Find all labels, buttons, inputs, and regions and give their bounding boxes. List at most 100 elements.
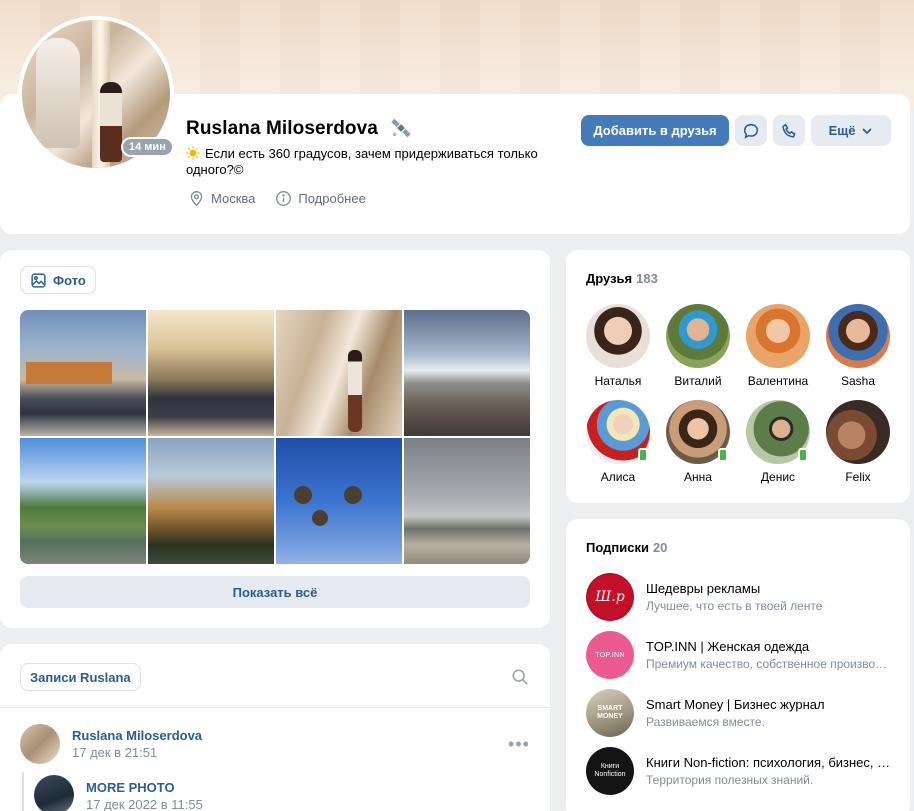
photos-tab[interactable]: Фото bbox=[20, 266, 96, 294]
post-options-icon[interactable]: ••• bbox=[508, 734, 530, 755]
photo-thumbnail[interactable] bbox=[148, 438, 274, 564]
community-name: Книги Non-fiction: психология, бизнес, с… bbox=[646, 755, 892, 770]
wall-posts-tab[interactable]: Записи Ruslana bbox=[20, 663, 141, 691]
profile-details-link[interactable]: Подробнее bbox=[298, 191, 365, 206]
message-button[interactable] bbox=[735, 115, 767, 146]
photos-tab-label: Фото bbox=[53, 272, 86, 288]
location-pin-icon bbox=[190, 191, 203, 207]
repost-line bbox=[22, 772, 24, 811]
chevron-down-icon bbox=[862, 127, 873, 134]
friend-item[interactable]: Алиса bbox=[578, 400, 658, 484]
call-button[interactable] bbox=[773, 115, 805, 146]
community-logo-text: Книги Nonfiction bbox=[594, 763, 626, 778]
subscriptions-title-label: Подписки bbox=[586, 540, 649, 555]
friend-avatar bbox=[666, 304, 730, 368]
photo-thumbnail[interactable] bbox=[20, 310, 146, 436]
community-logo-text: SMART MONEY bbox=[597, 705, 623, 720]
wall-posts-block: Записи Ruslana Ruslana Miloserdova 17 де… bbox=[0, 644, 550, 811]
community-name: Шедевры рекламы bbox=[646, 581, 761, 596]
phone-icon bbox=[782, 123, 796, 138]
subscriptions-title[interactable]: Подписки 20 bbox=[586, 540, 667, 555]
online-mobile-icon bbox=[718, 448, 728, 462]
friend-name: Денис bbox=[760, 470, 796, 484]
profile-name: Ruslana Miloserdova bbox=[186, 118, 378, 139]
friend-item[interactable]: Felix bbox=[818, 400, 898, 484]
more-dropdown-button[interactable]: Ещё bbox=[811, 115, 891, 146]
friends-block: Друзья 183 Наталья Виталий Валентина Sash… bbox=[566, 250, 910, 503]
subscription-item[interactable]: Ш.р Шедевры рекламы Лучшее, что есть в т… bbox=[586, 573, 906, 623]
online-status-badge: 14 мин bbox=[121, 137, 174, 157]
friend-item[interactable]: Виталий bbox=[658, 304, 738, 388]
sun-icon bbox=[186, 146, 200, 160]
community-name: TOP.INN | Женская одежда bbox=[646, 639, 810, 654]
friends-title[interactable]: Друзья 183 bbox=[586, 271, 658, 286]
more-label: Ещё bbox=[828, 123, 856, 138]
community-logo-text: TOP.INN bbox=[595, 651, 625, 659]
friend-name: Sasha bbox=[840, 374, 876, 388]
friend-item[interactable]: Sasha bbox=[818, 304, 898, 388]
photo-thumbnail[interactable] bbox=[276, 310, 402, 436]
community-description: Премиум качество, собственное производст… bbox=[646, 657, 892, 671]
online-mobile-icon bbox=[798, 448, 808, 462]
community-logo-text: Ш.р bbox=[595, 589, 625, 605]
community-description: Лучшее, что есть в твоей ленте bbox=[646, 599, 823, 613]
profile-status: Если есть 360 градусов, зачем придержива… bbox=[186, 146, 566, 178]
community-description: Территория полезных знаний. bbox=[646, 773, 814, 787]
friends-title-label: Друзья bbox=[586, 271, 633, 286]
friend-item[interactable]: Денис bbox=[738, 400, 818, 484]
search-icon[interactable] bbox=[511, 668, 529, 686]
community-avatar: Ш.р bbox=[586, 573, 634, 621]
friend-avatar bbox=[826, 400, 890, 464]
friend-avatar bbox=[586, 400, 650, 464]
friend-avatar bbox=[586, 304, 650, 368]
wall-posts-tab-label: Записи Ruslana bbox=[30, 669, 131, 685]
image-icon bbox=[31, 272, 46, 288]
community-description: Развиваемся вместе. bbox=[646, 715, 765, 729]
friend-avatar bbox=[746, 400, 810, 464]
photo-thumbnail[interactable] bbox=[20, 438, 146, 564]
post-author[interactable]: Ruslana Miloserdova bbox=[72, 728, 202, 743]
posts-divider bbox=[0, 707, 550, 708]
community-avatar: TOP.INN bbox=[586, 631, 634, 679]
subscriptions-block: Подписки 20 Ш.р Шедевры рекламы Лучшее, ч… bbox=[566, 519, 910, 811]
friend-item[interactable]: Анна bbox=[658, 400, 738, 484]
friend-name: Виталий bbox=[674, 374, 722, 388]
friends-count: 183 bbox=[636, 271, 658, 286]
friend-item[interactable]: Валентина bbox=[738, 304, 818, 388]
show-all-photos-button[interactable]: Показать всё bbox=[20, 576, 530, 608]
repost-source-avatar[interactable] bbox=[34, 775, 74, 811]
friend-name: Felix bbox=[845, 470, 871, 484]
photos-block: Фото Показать всё bbox=[0, 250, 550, 628]
add-friend-button[interactable]: Добавить в друзья bbox=[581, 115, 729, 146]
friend-item[interactable]: Наталья bbox=[578, 304, 658, 388]
subscriptions-count: 20 bbox=[652, 540, 668, 555]
satellite-icon bbox=[391, 118, 411, 138]
info-icon bbox=[276, 191, 292, 206]
friend-name: Валентина bbox=[747, 374, 809, 388]
friend-name: Алиса bbox=[600, 470, 636, 484]
friend-avatar bbox=[746, 304, 810, 368]
avatar-person bbox=[100, 82, 122, 162]
profile-city[interactable]: Москва bbox=[211, 191, 255, 206]
repost-source-author[interactable]: MORE PHOTO bbox=[86, 780, 175, 795]
photo-thumbnail[interactable] bbox=[404, 310, 530, 436]
community-avatar: SMART MONEY bbox=[586, 689, 634, 737]
subscription-item[interactable]: Книги Nonfiction Книги Non-fiction: псих… bbox=[586, 747, 906, 797]
photo-thumbnail[interactable] bbox=[276, 438, 402, 564]
post-author-avatar[interactable] bbox=[20, 724, 60, 764]
message-icon bbox=[743, 123, 759, 139]
profile-meta: Москва Подробнее bbox=[188, 190, 366, 207]
repost-date[interactable]: 17 дек 2022 в 11:55 bbox=[86, 797, 203, 811]
community-name: Smart Money | Бизнес журнал bbox=[646, 697, 825, 712]
subscription-item[interactable]: SMART MONEY Smart Money | Бизнес журнал … bbox=[586, 689, 906, 739]
online-mobile-icon bbox=[638, 448, 648, 462]
friend-name: Наталья bbox=[594, 374, 642, 388]
post-date[interactable]: 17 дек в 21:51 bbox=[72, 745, 157, 760]
friend-name: Анна bbox=[684, 470, 712, 484]
friend-avatar bbox=[666, 400, 730, 464]
photo-thumbnail[interactable] bbox=[404, 438, 530, 564]
subscription-item[interactable]: TOP.INN TOP.INN | Женская одежда Премиум… bbox=[586, 631, 906, 681]
avatar-statue bbox=[36, 38, 80, 148]
photo-thumbnail[interactable] bbox=[148, 310, 274, 436]
photo-grid bbox=[20, 310, 530, 564]
